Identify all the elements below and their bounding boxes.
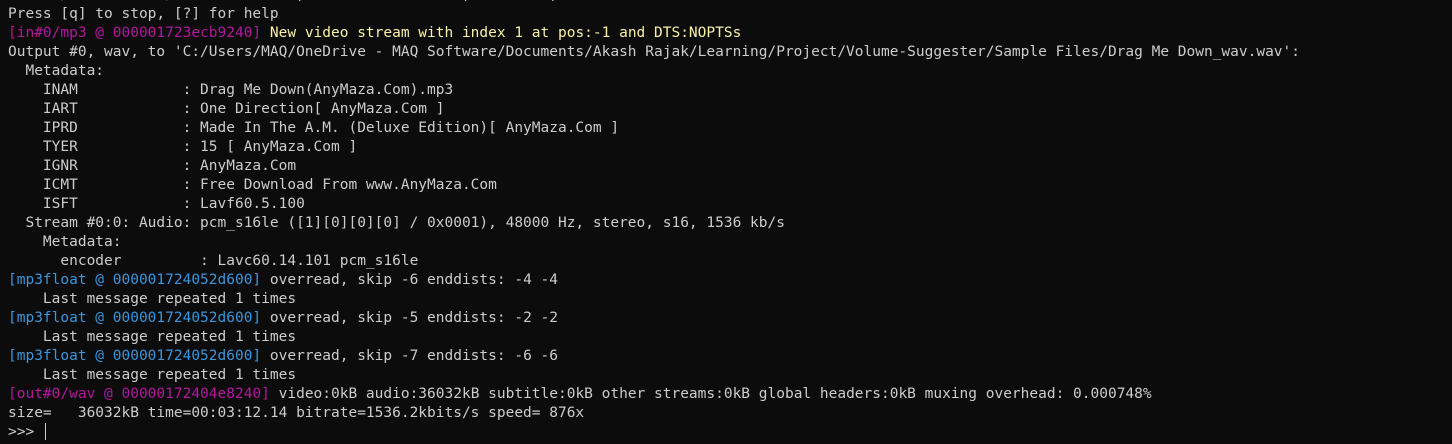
python-prompt: >>> [8, 424, 43, 440]
overread-line-3: [mp3float @ 000001724052d600] overread, … [8, 347, 1452, 366]
stream-encoder: encoder : Lavc60.14.101 pcm_s16le [8, 253, 419, 269]
overread-line-2: [mp3float @ 000001724052d600] overread, … [8, 309, 1452, 328]
overread-message: overread, skip -5 enddists: -2 -2 [261, 310, 558, 326]
overread-line-1: [mp3float @ 000001724052d600] overread, … [8, 271, 1452, 290]
mp3float-tag: [mp3float @ 000001724052d600] [8, 310, 262, 326]
metadata-tyer: TYER : 15 [ AnyMaza.Com ] [8, 139, 358, 155]
input-stream-line: [in#0/mp3 @ 000001723ecb9240] New video … [8, 24, 1452, 43]
terminal-window[interactable]: / / , , , Press [q] to stop, [?] for hel… [0, 0, 1452, 444]
metadata-iart: IART : One Direction[ AnyMaza.Com ] [8, 101, 445, 117]
metadata-iprd: IPRD : Made In The A.M. (Deluxe Edition)… [8, 120, 620, 136]
input-warning-message: New video stream with index 1 at pos:-1 … [261, 25, 742, 41]
help-line: Press [q] to stop, [?] for help [8, 6, 279, 22]
metadata-inam: INAM : Drag Me Down(AnyMaza.Com).mp3 [8, 82, 454, 98]
mp3float-tag: [mp3float @ 000001724052d600] [8, 348, 262, 364]
mp3float-tag: [mp3float @ 000001724052d600] [8, 272, 262, 288]
output-summary-line: [out#0/wav @ 00000172404e8240] video:0kB… [8, 385, 1452, 404]
stream-metadata-header: Metadata: [8, 234, 122, 250]
repeated-line-3: Last message repeated 1 times [8, 367, 297, 383]
partial-top-line: / / , , , [8, 0, 558, 5]
overread-message: overread, skip -6 enddists: -4 -4 [261, 272, 558, 288]
repeated-line-2: Last message repeated 1 times [8, 329, 297, 345]
stream-line: Stream #0:0: Audio: pcm_s16le ([1][0][0]… [8, 215, 785, 231]
input-tag: [in#0/mp3 @ 000001723ecb9240] [8, 25, 262, 41]
output-line: Output #0, wav, to 'C:/Users/MAQ/OneDriv… [8, 44, 1301, 60]
metadata-icmt: ICMT : Free Download From www.AnyMaza.Co… [8, 177, 497, 193]
partial-top-line-clip: / / , , , [8, 0, 1452, 5]
metadata-header: Metadata: [8, 63, 105, 79]
metadata-ignr: IGNR : AnyMaza.Com [8, 158, 297, 174]
output-tag: [out#0/wav @ 00000172404e8240] [8, 386, 270, 402]
metadata-isft: ISFT : Lavf60.5.100 [8, 196, 305, 212]
progress-line: size= 36032kB time=00:03:12.14 bitrate=1… [8, 405, 585, 421]
overread-message: overread, skip -7 enddists: -6 -6 [261, 348, 558, 364]
prompt-line[interactable]: >>> [8, 423, 1452, 442]
output-summary-message: video:0kB audio:36032kB subtitle:0kB oth… [269, 386, 1152, 402]
text-cursor [44, 423, 46, 440]
repeated-line-1: Last message repeated 1 times [8, 291, 297, 307]
